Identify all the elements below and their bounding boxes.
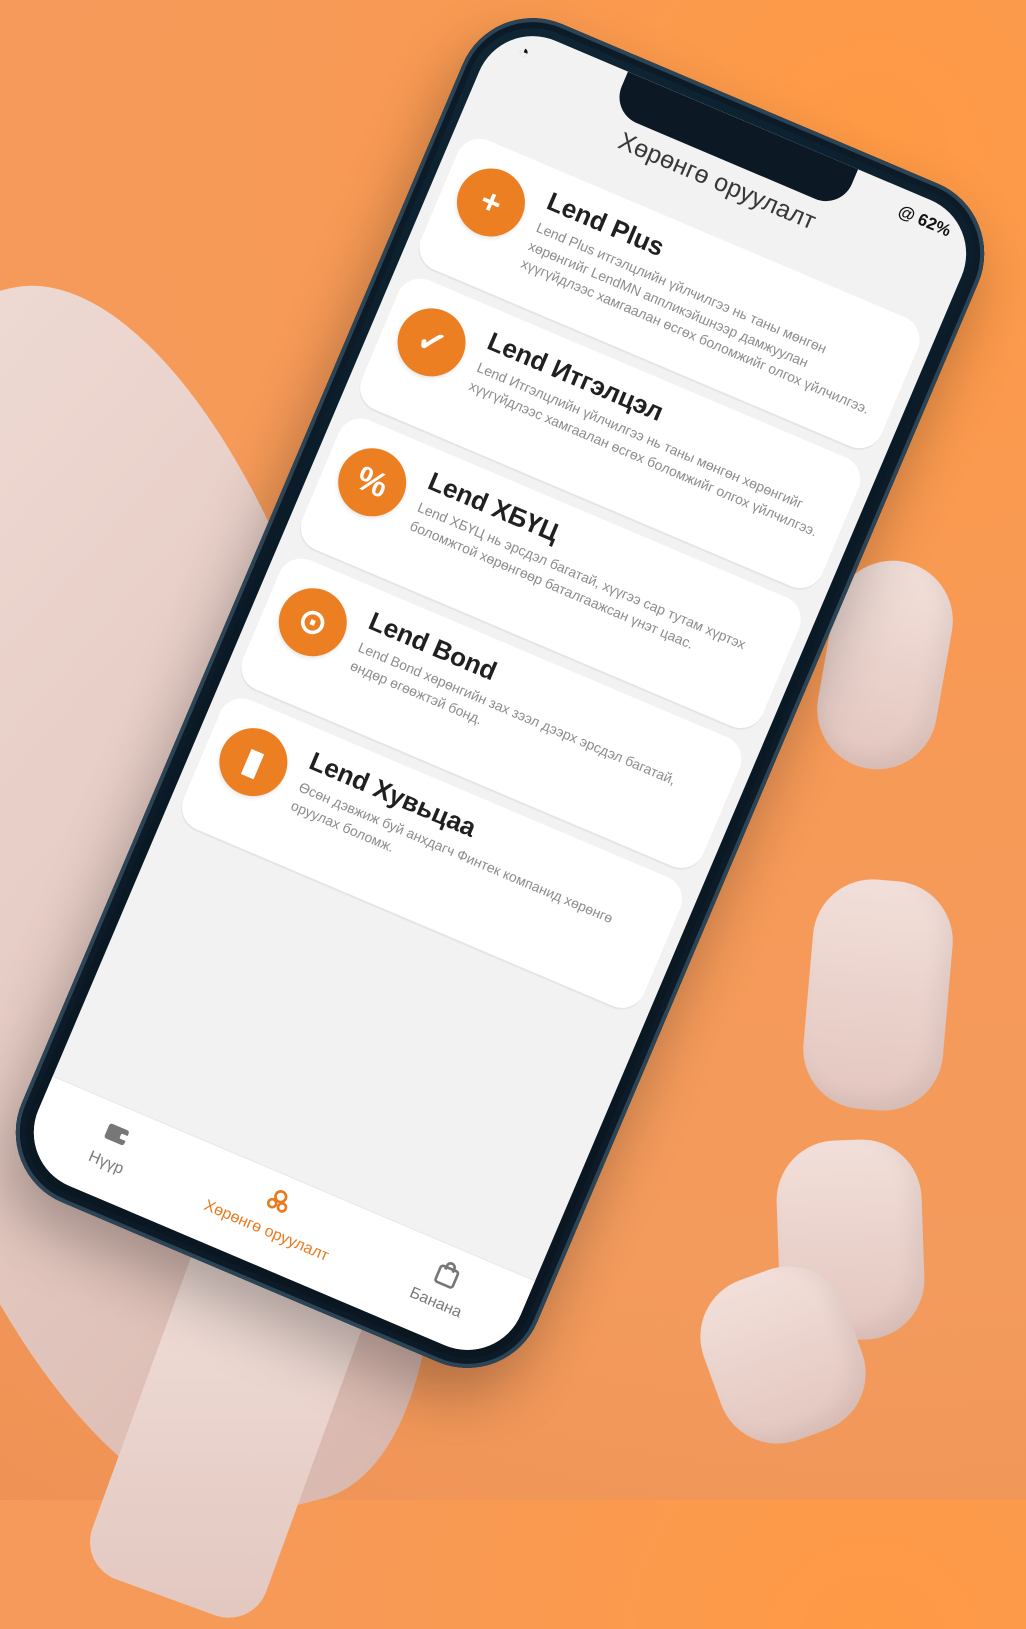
phone-wrapper: ◔ @ 62% Хөрөнгө оруулалт + Lend Plus Len… (0, 0, 1008, 1438)
signal-bars-icon: ▮ (208, 717, 298, 807)
phone-device: ◔ @ 62% Хөрөнгө оруулалт + Lend Plus Len… (0, 0, 1008, 1392)
investment-list: + Lend Plus Lend Plus итгэлцлийн үйлчилг… (53, 117, 942, 1281)
wallet-icon (97, 1114, 139, 1156)
wifi-icon: ◔ (515, 40, 533, 63)
plus-icon: + (446, 157, 536, 248)
battery-status: @ 62% (895, 201, 954, 241)
percent-shield-icon: % (327, 437, 417, 527)
coins-icon (257, 1182, 299, 1224)
check-icon: ✓ (386, 297, 477, 387)
phone-screen: ◔ @ 62% Хөрөнгө оруулалт + Lend Plus Len… (15, 18, 985, 1368)
shopping-bag-icon (427, 1254, 469, 1296)
clock-check-icon: ⊙ (268, 577, 358, 667)
